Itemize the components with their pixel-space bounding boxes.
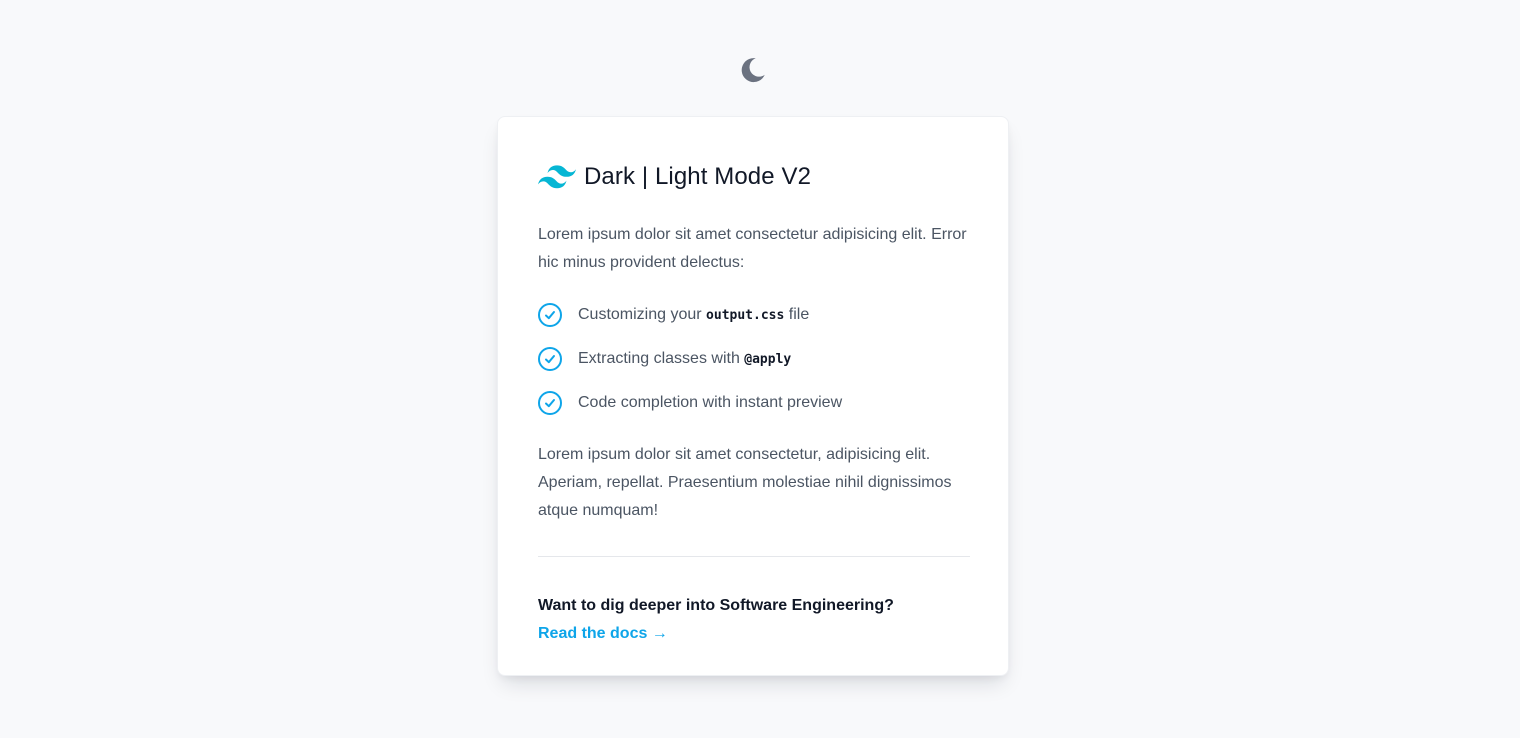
outro-paragraph: Lorem ipsum dolor sit amet consectetur, … xyxy=(538,446,952,519)
feature-label: Code completion with instant preview xyxy=(578,394,843,411)
feature-item: Extracting classes with @apply xyxy=(538,347,842,371)
feature-text: Code completion with instant preview xyxy=(578,394,842,412)
tailwind-logo-icon xyxy=(538,165,576,189)
check-circle-icon xyxy=(538,391,562,415)
card-title: Dark | Light Mode V2 xyxy=(584,163,812,190)
feature-item: Customizing your output.css file xyxy=(538,303,842,327)
code-snippet: @apply xyxy=(744,352,792,367)
card-header: Dark | Light Mode V2 xyxy=(538,159,968,195)
card: Dark | Light Mode V2 Lorem ipsum dolor s… xyxy=(497,116,1009,676)
read-docs-link[interactable]: Read the docs → xyxy=(538,620,668,648)
divider xyxy=(538,556,970,557)
intro-paragraph: Lorem ipsum dolor sit amet consectetur a… xyxy=(538,226,967,271)
code-snippet: output.css xyxy=(706,308,785,323)
feature-suffix: file xyxy=(784,306,810,323)
theme-toggle-button[interactable] xyxy=(736,53,770,87)
feature-text: Extracting classes with @apply xyxy=(578,350,791,368)
moon-icon xyxy=(741,58,765,83)
check-circle-icon xyxy=(538,347,562,371)
feature-label: Extracting classes with xyxy=(578,350,745,367)
feature-text: Customizing your output.css file xyxy=(578,306,809,324)
feature-list: Customizing your output.css file Extract… xyxy=(538,303,842,435)
feature-label: Customizing your xyxy=(578,306,707,323)
cta-text: Want to dig deeper into Software Enginee… xyxy=(538,597,894,614)
check-circle-icon xyxy=(538,303,562,327)
feature-item: Code completion with instant preview xyxy=(538,391,842,415)
